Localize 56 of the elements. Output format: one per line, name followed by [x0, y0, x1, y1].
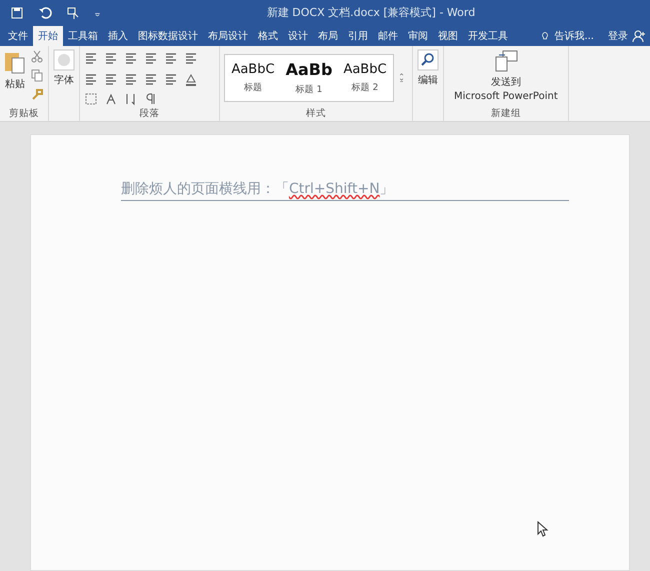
ribbon-tab[interactable]: 图标数据设计 [133, 26, 203, 46]
bullets-icon[interactable] [84, 51, 98, 65]
ribbon-tab[interactable]: 布局 [313, 26, 343, 46]
asian-layout-icon[interactable] [104, 92, 118, 106]
multilevel-list-icon[interactable] [124, 51, 138, 65]
align-center-icon[interactable] [84, 72, 98, 86]
decrease-indent-icon[interactable] [144, 51, 158, 65]
sign-in-link[interactable]: 登录 [608, 29, 628, 43]
editing-button[interactable]: 编辑 [417, 49, 439, 87]
ribbon-tab[interactable]: 格式 [253, 26, 283, 46]
ribbon-tab[interactable]: 审阅 [403, 26, 433, 46]
save-icon[interactable] [10, 6, 24, 20]
send-to-powerpoint-button[interactable]: 发送到 Microsoft PowerPoint [454, 49, 558, 102]
style-preview[interactable]: AaBb [286, 60, 332, 79]
cut-icon[interactable] [30, 49, 44, 63]
numbering-icon[interactable] [104, 51, 118, 65]
paste-button[interactable]: 粘贴 [4, 49, 26, 91]
borders-icon[interactable] [84, 92, 98, 106]
increase-indent-icon[interactable] [164, 51, 178, 65]
group-label: 段落 [138, 107, 160, 121]
touch-mode-icon[interactable] [66, 6, 80, 20]
distributed-icon[interactable] [144, 72, 158, 86]
ribbon-tab[interactable]: 开发工具 [463, 26, 513, 46]
shading-icon[interactable] [184, 72, 198, 86]
style-preview[interactable]: AaBbC [231, 62, 275, 77]
ribbon-tab[interactable]: 工具箱 [63, 26, 103, 46]
search-icon[interactable] [417, 49, 439, 71]
align-left-icon[interactable] [184, 51, 198, 65]
justify-icon[interactable] [124, 72, 138, 86]
group-label: 新建组 [490, 107, 522, 121]
style-name: 标题 2 [352, 82, 378, 94]
heading-text: 删除烦人的页面横线用：「Ctrl+Shift+N」 [121, 180, 569, 201]
window-title: 新建 DOCX 文档.docx [兼容模式] - Word [266, 5, 476, 20]
ribbon-tab[interactable]: 布局设计 [203, 26, 253, 46]
ribbon-tab[interactable]: 视图 [433, 26, 463, 46]
style-preview[interactable]: AaBbC [343, 62, 387, 77]
ribbon-tab[interactable]: 文件 [3, 26, 33, 46]
ribbon-tab[interactable]: 引用 [343, 26, 373, 46]
ribbon-tab[interactable]: 插入 [103, 26, 133, 46]
style-name: 标题 1 [296, 84, 322, 96]
font-button[interactable]: 字体 [53, 49, 75, 87]
group-label: 样式 [305, 107, 327, 121]
tell-me-field[interactable]: 告诉我... [554, 29, 594, 43]
line-spacing-icon[interactable] [164, 72, 178, 86]
group-label: 剪贴板 [8, 107, 40, 121]
styles-gallery[interactable]: AaBbC 标题 AaBb 标题 1 AaBbC 标题 2 [224, 54, 394, 102]
ribbon-tab[interactable]: 邮件 [373, 26, 403, 46]
undo-icon[interactable] [38, 6, 52, 20]
align-right-icon[interactable] [104, 72, 118, 86]
style-name: 标题 [244, 82, 262, 94]
share-person-icon[interactable] [632, 29, 646, 43]
mouse-cursor-icon [537, 521, 549, 537]
slides-icon[interactable] [492, 49, 519, 73]
ribbon-tab[interactable]: 设计 [283, 26, 313, 46]
copy-icon[interactable] [30, 68, 44, 82]
ribbon-tab[interactable]: 开始 [33, 26, 63, 46]
